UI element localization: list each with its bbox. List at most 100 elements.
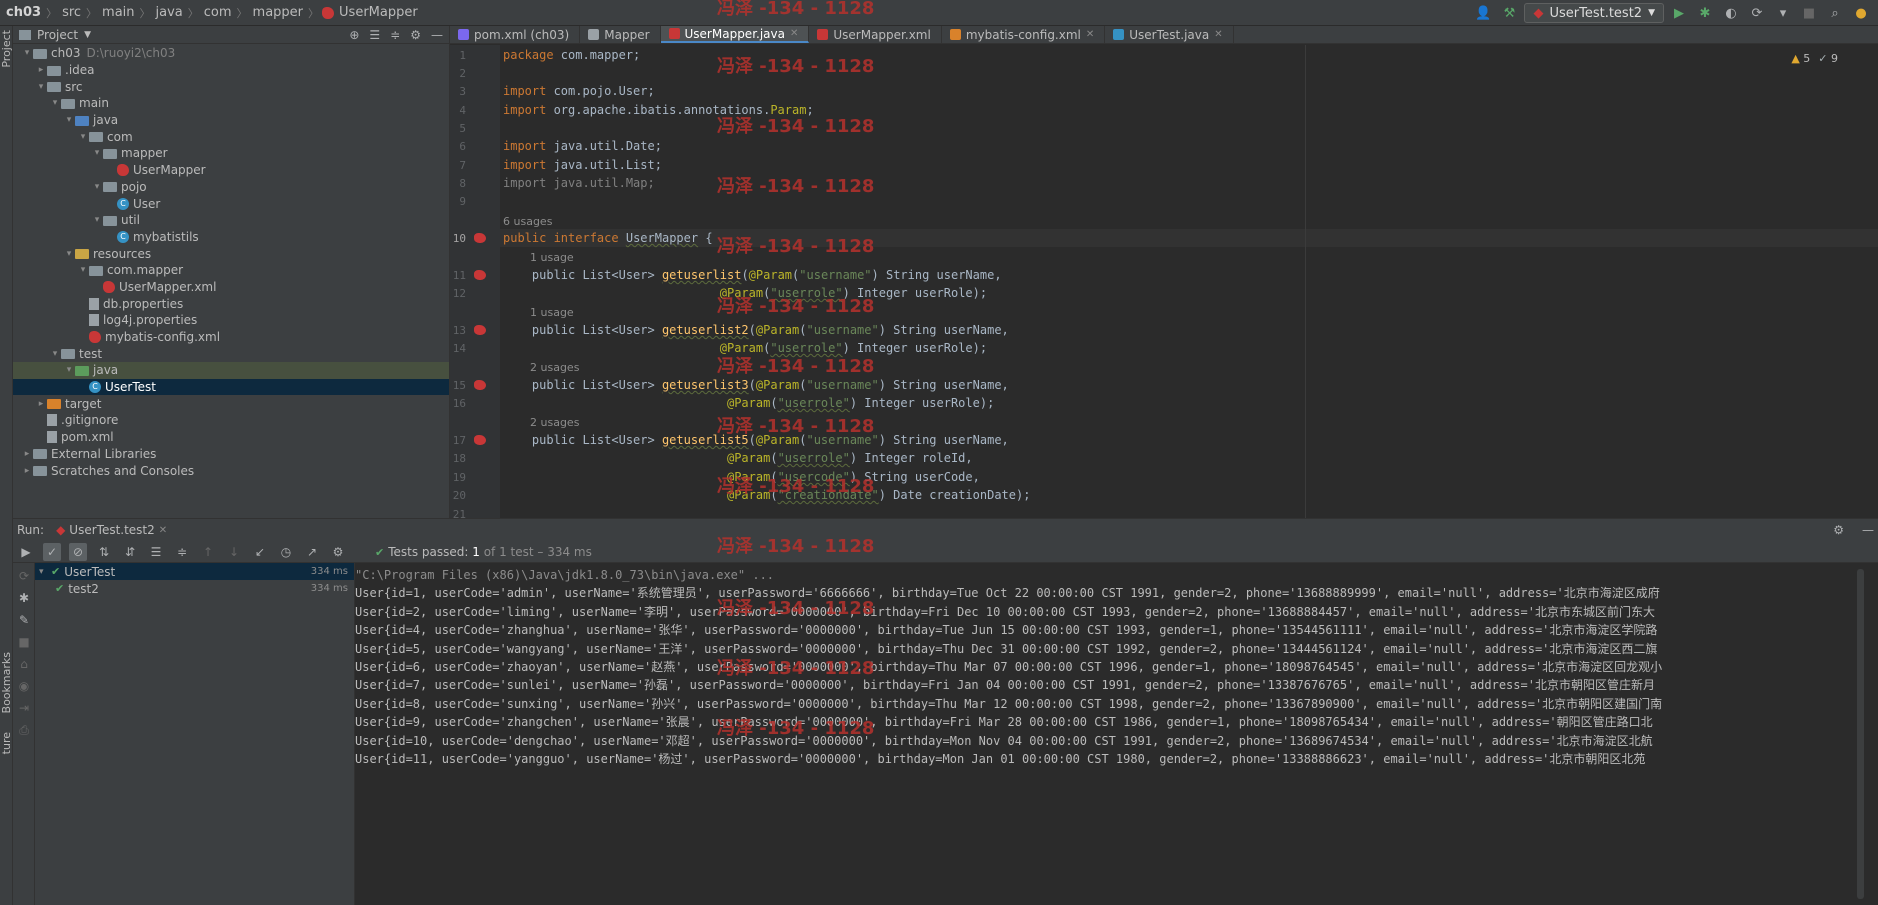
more-actions-icon[interactable]: ▾	[1772, 2, 1794, 24]
collapse-all-icon[interactable]: ≑	[390, 28, 400, 42]
breadcrumb-item-mapper[interactable]: mapper	[251, 5, 305, 20]
mybatis-navigate-icon[interactable]	[474, 233, 486, 243]
tree-item[interactable]: ▾ resources	[13, 245, 449, 262]
tree-item[interactable]: ▾ mapper	[13, 145, 449, 162]
mybatis-navigate-icon[interactable]	[474, 270, 486, 280]
tree-item[interactable]: .gitignore	[13, 412, 449, 429]
layout-icon[interactable]: ⌂	[15, 655, 33, 673]
chevron-right-icon[interactable]: ▸	[35, 65, 47, 75]
next-failed-icon[interactable]: ↓	[225, 543, 243, 561]
console-output[interactable]: "C:\Program Files (x86)\Java\jdk1.8.0_73…	[355, 563, 1878, 905]
test-result-item[interactable]: ▾ ✔ UserTest 334 ms	[35, 563, 354, 580]
tree-item[interactable]: ▾ java	[13, 362, 449, 379]
breadcrumb-item-src[interactable]: src	[60, 5, 83, 20]
chevron-down-icon[interactable]: ▾	[91, 215, 103, 225]
history-icon[interactable]: ◷	[277, 543, 295, 561]
stop-side-icon[interactable]: ■	[15, 633, 33, 651]
locate-target-icon[interactable]: ⊕	[349, 28, 359, 42]
mybatis-navigate-icon[interactable]	[474, 325, 486, 335]
tree-item[interactable]: C UserTest	[13, 378, 449, 396]
hide-icon[interactable]: —	[431, 28, 443, 42]
tree-item[interactable]: ▸ Scratches and Consoles	[13, 462, 449, 479]
editor-tab[interactable]: UserTest.java ✕	[1105, 26, 1234, 43]
export-icon[interactable]: ↗	[303, 543, 321, 561]
show-passed-icon[interactable]: ✓	[43, 542, 61, 561]
chevron-down-icon[interactable]: ▾	[35, 82, 47, 92]
chevron-down-icon[interactable]: ▾	[49, 349, 61, 359]
editor-tab[interactable]: UserMapper.xml	[809, 26, 942, 43]
tree-item[interactable]: ▸ target	[13, 395, 449, 412]
chevron-down-icon[interactable]: ▾	[63, 249, 75, 259]
print-icon[interactable]: ⎙	[15, 721, 33, 739]
chevron-down-icon[interactable]: ▼	[84, 30, 91, 40]
editor-tab[interactable]: UserMapper.java ✕	[660, 26, 810, 43]
chevron-down-icon[interactable]: ▾	[21, 48, 33, 58]
usage-hint[interactable]: 1 usage	[530, 306, 574, 319]
bookmarks-tool-button[interactable]: Bookmarks	[0, 652, 13, 713]
show-ignored-icon[interactable]: ⊘	[69, 542, 87, 561]
breadcrumb-item-usermapper[interactable]: UserMapper	[337, 5, 420, 20]
usage-hint[interactable]: 2 usages	[530, 416, 579, 429]
usage-hint[interactable]: 6 usages	[503, 215, 552, 228]
breadcrumb-item-main[interactable]: main	[100, 5, 136, 20]
chevron-down-icon[interactable]: ▾	[49, 98, 61, 108]
import-tests-icon[interactable]: ↙	[251, 543, 269, 561]
tree-item[interactable]: UserMapper	[13, 162, 449, 179]
chevron-down-icon[interactable]: ▾	[91, 182, 103, 192]
tree-item[interactable]: ▾ com	[13, 128, 449, 145]
inspection-widget[interactable]: ▲ 5 ✓ 9	[1791, 52, 1838, 65]
camera-icon[interactable]: ◉	[15, 677, 33, 695]
stop-icon[interactable]: ■	[1798, 2, 1820, 24]
build-hammer-icon[interactable]: ⚒	[1498, 2, 1520, 24]
tree-item[interactable]: Cmybatistils	[13, 229, 449, 246]
gear-icon[interactable]: ⚙	[410, 28, 421, 42]
gear-icon[interactable]: ⚙	[329, 543, 347, 561]
tree-item[interactable]: ▾ test	[13, 345, 449, 362]
editor-tab[interactable]: mybatis-config.xml ✕	[942, 26, 1106, 43]
chevron-down-icon[interactable]: ▾	[39, 567, 51, 577]
debug-side-icon[interactable]: ✱	[15, 589, 33, 607]
tree-item[interactable]: ▸ .idea	[13, 62, 449, 79]
previous-failed-icon[interactable]: ↑	[199, 543, 217, 561]
breadcrumb-item-java[interactable]: java	[154, 5, 185, 20]
ok-count[interactable]: ✓ 9	[1818, 52, 1838, 65]
close-icon[interactable]: ✕	[1214, 29, 1222, 40]
warning-count[interactable]: ▲ 5	[1791, 52, 1810, 65]
mybatis-navigate-icon[interactable]	[474, 435, 486, 445]
chevron-right-icon[interactable]: ▸	[21, 466, 33, 476]
rerun-icon[interactable]: ▶	[17, 543, 35, 561]
sort-alpha-icon[interactable]: ⇅	[95, 543, 113, 561]
chevron-down-icon[interactable]: ▾	[77, 265, 89, 275]
run-icon[interactable]: ▶	[1668, 2, 1690, 24]
chevron-right-icon[interactable]: ▸	[35, 399, 47, 409]
mybatis-navigate-icon[interactable]	[474, 380, 486, 390]
tree-item[interactable]: ▸ External Libraries	[13, 446, 449, 463]
sort-duration-icon[interactable]: ⇵	[121, 543, 139, 561]
coverage-icon[interactable]: ◐	[1720, 2, 1742, 24]
debug-icon[interactable]: ✱	[1694, 2, 1716, 24]
gear-icon[interactable]: ⚙	[1833, 523, 1844, 537]
search-icon[interactable]: ⌕	[1824, 2, 1846, 24]
test-result-item[interactable]: ✔ test2 334 ms	[35, 580, 354, 597]
structure-tool-button[interactable]: ture	[0, 732, 13, 754]
editor-tab[interactable]: Mapper	[580, 26, 661, 43]
usage-hint[interactable]: 1 usage	[530, 251, 574, 264]
tree-item[interactable]: db.properties	[13, 295, 449, 312]
project-view-title[interactable]: Project	[37, 28, 78, 42]
user-account-icon[interactable]: 👤	[1472, 2, 1494, 24]
tree-item[interactable]: ▾ pojo	[13, 179, 449, 196]
tree-item[interactable]: UserMapper.xml	[13, 279, 449, 296]
tree-item[interactable]: pom.xml	[13, 429, 449, 446]
collapse-all-icon[interactable]: ≑	[173, 543, 191, 561]
close-icon[interactable]: ✕	[790, 28, 798, 39]
tree-item[interactable]: ▾ java	[13, 112, 449, 129]
editor-tab[interactable]: pom.xml (ch03)	[450, 26, 581, 43]
hide-icon[interactable]: —	[1862, 523, 1874, 537]
update-icon[interactable]: ●	[1850, 2, 1872, 24]
rerun-side-icon[interactable]: ⟳	[15, 567, 33, 585]
project-tool-button[interactable]: Project	[0, 30, 13, 68]
tree-item[interactable]: ▾ util	[13, 212, 449, 229]
close-icon[interactable]: ✕	[1086, 29, 1094, 40]
profile-icon[interactable]: ⟳	[1746, 2, 1768, 24]
tree-item[interactable]: ▾ ch03 D:\ruoyi2\ch03	[13, 45, 449, 62]
